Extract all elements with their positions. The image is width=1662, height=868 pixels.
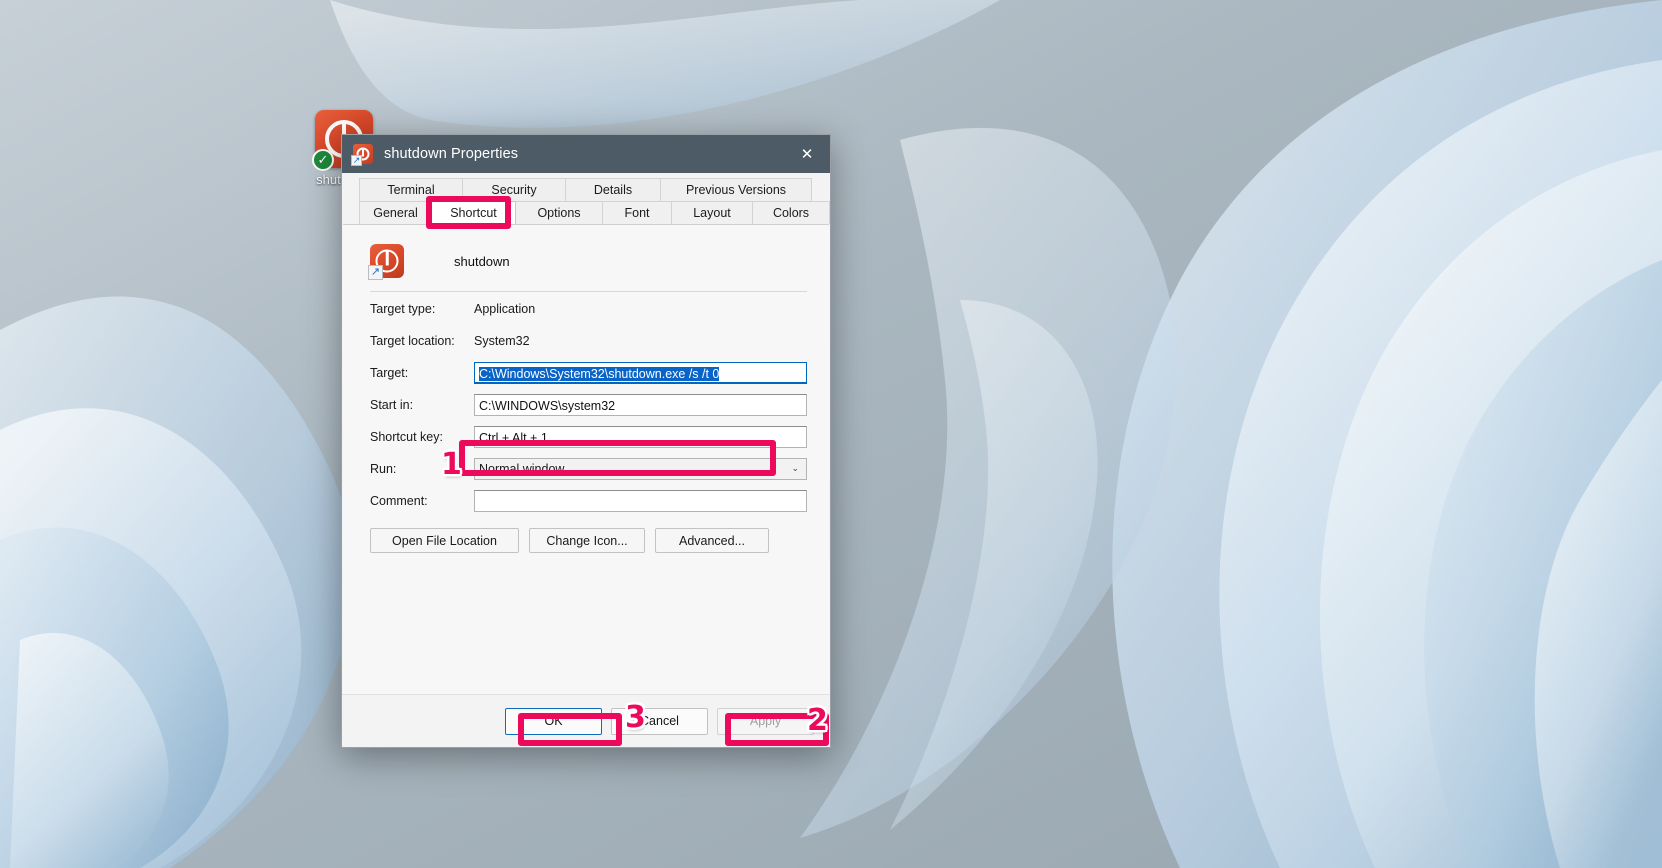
- tab-options[interactable]: Options: [515, 201, 603, 224]
- start-in-value: C:\WINDOWS\system32: [479, 399, 616, 413]
- tab-label: Previous Versions: [685, 183, 787, 197]
- button-label: OK: [544, 714, 563, 728]
- run-label: Run:: [370, 462, 397, 476]
- tab-label: Options: [537, 206, 581, 220]
- shortcut-tab-panel: ↗ shutdown Target type: Application Target…: [343, 224, 829, 694]
- tab-font[interactable]: Font: [602, 201, 672, 224]
- close-icon[interactable]: ✕: [784, 135, 830, 173]
- field-row-target: Target: C:\Windows\System32\shutdown.exe …: [370, 358, 807, 388]
- tab-details[interactable]: Details: [565, 178, 661, 201]
- tab-layout[interactable]: Layout: [671, 201, 753, 224]
- shortcut-content: ↗ shutdown Target type: Application Target…: [343, 225, 829, 553]
- target-location-value: System32: [474, 334, 530, 348]
- field-row-run: Run: Normal window ⌄: [370, 454, 807, 484]
- shortcut-name: shutdown: [454, 253, 510, 269]
- tab-colors[interactable]: Colors: [752, 201, 830, 224]
- tab-general[interactable]: General: [359, 201, 432, 224]
- shortcut-arrow-icon: ↗: [351, 155, 362, 166]
- change-icon-button[interactable]: Change Icon...: [529, 528, 645, 553]
- tab-label: Terminal: [387, 183, 435, 197]
- dialog-title: shutdown Properties: [384, 146, 519, 162]
- dialog-titlebar[interactable]: ↗ shutdown Properties ✕: [342, 135, 830, 173]
- chevron-down-icon: ⌄: [791, 462, 799, 473]
- comment-label: Comment:: [370, 494, 428, 508]
- start-in-input[interactable]: C:\WINDOWS\system32: [474, 394, 807, 416]
- target-type-label: Target type:: [370, 302, 436, 316]
- run-selected-value: Normal window: [479, 462, 565, 476]
- button-label: Change Icon...: [546, 533, 628, 548]
- comment-input[interactable]: [474, 490, 807, 512]
- tabstrip: Terminal Security Details Previous Versions…: [342, 173, 830, 224]
- shortcut-header-row: ↗ shutdown: [368, 239, 807, 283]
- tab-shortcut[interactable]: Shortcut: [431, 201, 516, 224]
- tab-row-2: General Shortcut Options Font Layout Colors: [342, 201, 830, 224]
- wallpaper: [0, 0, 1662, 868]
- tab-label: Colors: [772, 206, 810, 220]
- open-file-location-button[interactable]: Open File Location: [370, 528, 519, 553]
- button-label: Open File Location: [392, 533, 497, 548]
- field-row-target-type: Target type: Application: [370, 294, 807, 324]
- shortcut-key-input[interactable]: Ctrl + Alt + 1: [474, 426, 807, 448]
- target-label: Target:: [370, 366, 409, 380]
- ok-button[interactable]: OK: [505, 707, 602, 735]
- cancel-button[interactable]: Cancel: [611, 707, 708, 735]
- fields-container: Target type: Application Target location: S…: [370, 294, 807, 516]
- run-select[interactable]: Normal window ⌄: [474, 458, 807, 480]
- shortcut-arrow-icon: ↗: [368, 265, 383, 280]
- button-label: Cancel: [640, 714, 679, 728]
- titlebar-shutdown-icon: ↗: [351, 144, 373, 166]
- start-in-label: Start in:: [370, 398, 414, 412]
- target-input[interactable]: C:\Windows\System32\shutdown.exe /s /t 0: [474, 362, 807, 384]
- apply-button: Apply: [717, 707, 814, 735]
- target-location-label: Target location:: [370, 334, 455, 348]
- dialog-footer: OK Cancel Apply: [342, 694, 830, 747]
- tab-label: Details: [593, 183, 633, 197]
- tab-label: General: [373, 206, 418, 220]
- field-row-shortcut-key: Shortcut key: Ctrl + Alt + 1: [370, 422, 807, 452]
- field-row-comment: Comment:: [370, 486, 807, 516]
- target-type-value: Application: [474, 302, 536, 316]
- shutdown-properties-dialog: ↗ shutdown Properties ✕ Terminal Security…: [341, 134, 831, 748]
- tab-row-1: Terminal Security Details Previous Versions: [342, 173, 830, 201]
- button-label: Advanced...: [678, 533, 745, 548]
- header-divider: [370, 291, 807, 292]
- button-label: Apply: [749, 714, 782, 728]
- tab-label: Security: [491, 183, 537, 197]
- shortcut-key-value: Ctrl + Alt + 1: [479, 431, 548, 445]
- field-row-target-location: Target location: System32: [370, 326, 807, 356]
- target-value: C:\Windows\System32\shutdown.exe /s /t 0: [479, 367, 720, 381]
- tab-label: Shortcut: [450, 206, 497, 220]
- shutdown-shortcut-icon: ↗: [368, 244, 404, 280]
- check-badge-icon: ✓: [312, 149, 334, 171]
- field-row-start-in: Start in: C:\WINDOWS\system32: [370, 390, 807, 420]
- tab-previous-versions[interactable]: Previous Versions: [660, 178, 812, 201]
- tab-terminal[interactable]: Terminal: [359, 178, 463, 201]
- desktop: ✓ shutdown ↗ shutdown Properties ✕ Termi…: [0, 0, 1662, 868]
- action-buttons-row: Open File Location Change Icon... Advanced…: [370, 528, 807, 553]
- shortcut-key-label: Shortcut key:: [370, 430, 443, 444]
- tab-label: Layout: [693, 206, 731, 220]
- tab-label: Font: [624, 206, 650, 220]
- advanced-button[interactable]: Advanced...: [655, 528, 769, 553]
- tab-security[interactable]: Security: [462, 178, 566, 201]
